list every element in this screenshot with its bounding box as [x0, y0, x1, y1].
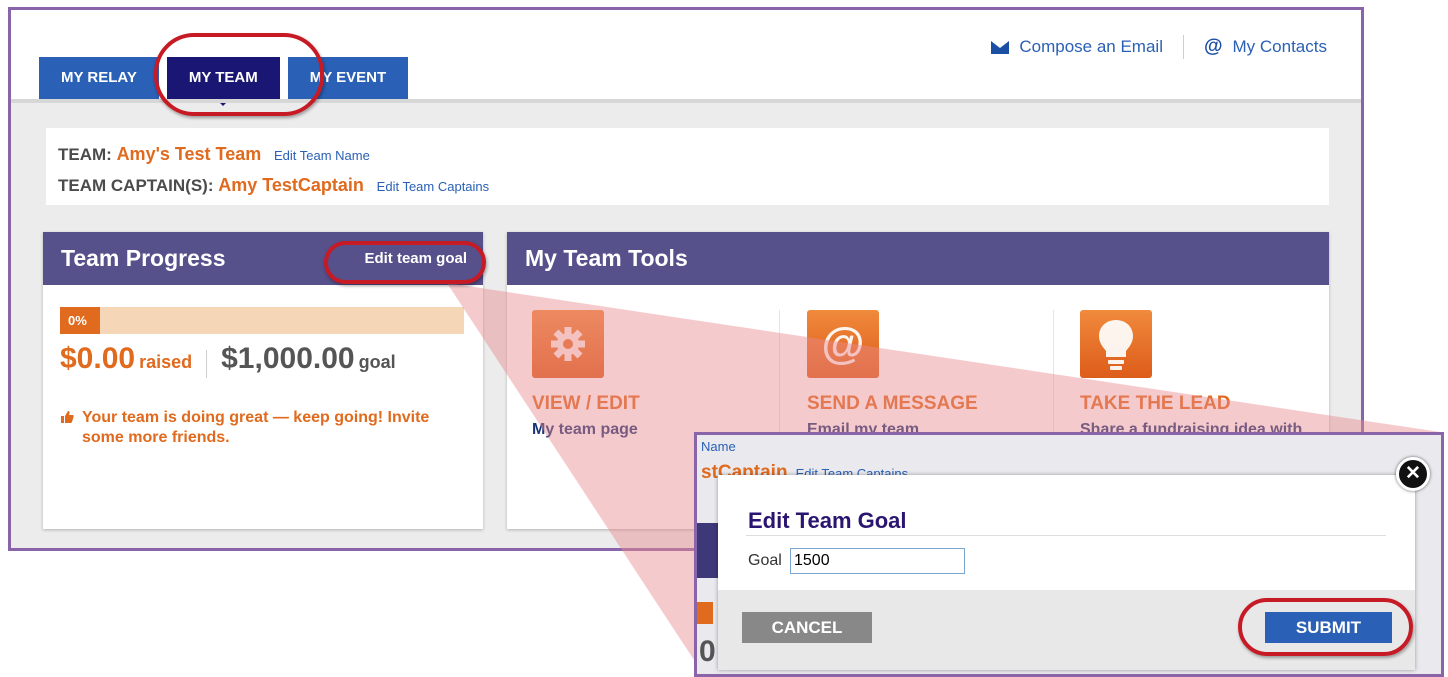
background-progress-bar [697, 602, 713, 624]
cancel-button[interactable]: CANCEL [742, 612, 872, 643]
close-icon[interactable]: ✕ [1396, 457, 1430, 491]
background-amount: 0 [699, 635, 716, 668]
highlight-my-team-tab [154, 33, 324, 116]
highlight-edit-goal [324, 241, 486, 284]
goal-input[interactable] [790, 548, 965, 574]
goal-label: Goal [748, 552, 782, 569]
dialog-divider [746, 535, 1386, 536]
background-header-band [697, 523, 719, 578]
screenshot-stage: { "tabs": [ {"label": "MY RELAY"}, {"lab… [0, 0, 1448, 677]
background-edit-team-name: Name [701, 439, 736, 454]
dialog-title: Edit Team Goal [748, 508, 907, 533]
highlight-submit-button [1238, 598, 1413, 656]
